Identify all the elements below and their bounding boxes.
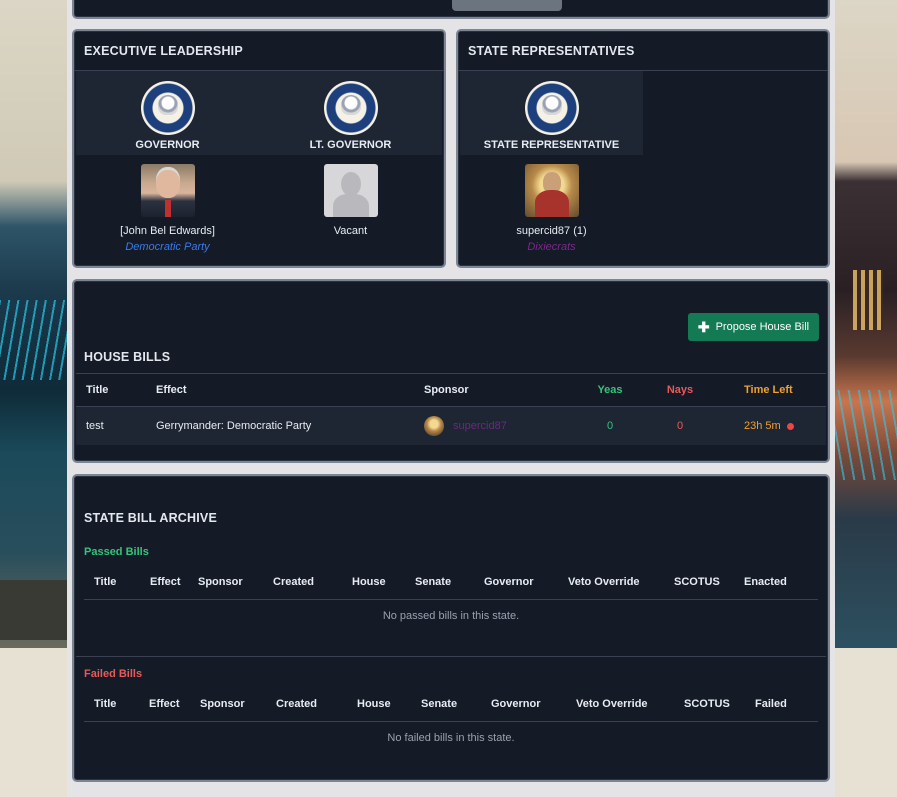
column-header: Enacted	[744, 576, 787, 588]
party-label[interactable]: Dixiecrats	[460, 241, 643, 253]
executive-title: EXECUTIVE LEADERSHIP	[84, 44, 243, 58]
column-header: SCOTUS	[684, 698, 730, 710]
executive-leadership-panel: EXECUTIVE LEADERSHIP GOVERNOR LT. GOVERN…	[72, 29, 446, 268]
louisiana-seal-icon	[524, 81, 579, 135]
person-name[interactable]: supercid87 (1)	[460, 225, 643, 237]
column-header: Sponsor	[200, 698, 245, 710]
lt-governor-holder: Vacant	[259, 155, 442, 265]
louisiana-seal-icon	[323, 81, 378, 135]
column-header: Veto Override	[568, 576, 640, 588]
red-dot-icon	[786, 422, 794, 430]
column-header: Title	[94, 698, 117, 710]
column-header: Title	[94, 576, 117, 588]
representative-holder[interactable]: supercid87 (1) Dixiecrats	[460, 155, 643, 265]
representatives-title: STATE REPRESENTATIVES	[468, 44, 635, 58]
column-header-nays: Nays	[666, 384, 694, 396]
sponsor-avatar[interactable]	[424, 416, 444, 436]
column-header: Created	[273, 576, 314, 588]
failed-bills-label: Failed Bills	[84, 668, 143, 680]
bill-nays: 0	[676, 420, 684, 432]
column-header: Effect	[150, 576, 181, 588]
propose-label: Propose House Bill	[715, 321, 810, 333]
column-header: Veto Override	[576, 698, 648, 710]
seat-lt-governor: LT. GOVERNOR	[259, 71, 442, 155]
time-left-value: 23h 5m	[744, 420, 781, 432]
seat-governor: GOVERNOR	[76, 71, 259, 155]
column-header: Created	[276, 698, 317, 710]
passed-bills-table-header: Title Effect Sponsor Created House Senat…	[84, 565, 818, 600]
vacant-avatar-icon	[323, 164, 378, 217]
failed-bills-empty: No failed bills in this state.	[387, 732, 515, 744]
column-header: House	[357, 698, 391, 710]
house-bills-title: HOUSE BILLS	[84, 350, 171, 364]
column-header-yeas: Yeas	[597, 384, 623, 396]
column-header: SCOTUS	[674, 576, 720, 588]
party-label[interactable]: Democratic Party	[76, 241, 259, 253]
column-header: Effect	[149, 698, 180, 710]
bill-yeas: 0	[606, 420, 614, 432]
passed-bills-label: Passed Bills	[84, 546, 149, 558]
column-header: Senate	[415, 576, 452, 588]
person-name[interactable]: [John Bel Edwards]	[76, 225, 259, 237]
column-header: Governor	[491, 698, 541, 710]
bill-effect: Gerrymander: Democratic Party	[156, 420, 312, 432]
bill-time-left: 23h 5m	[744, 407, 794, 445]
executive-header: EXECUTIVE LEADERSHIP	[74, 31, 444, 71]
plus-icon: ✚	[697, 319, 710, 335]
person-name: Vacant	[333, 225, 368, 237]
representatives-header: STATE REPRESENTATIVES	[458, 31, 828, 71]
column-header-sponsor: Sponsor	[424, 384, 469, 396]
state-bill-archive-panel: STATE BILL ARCHIVE Passed Bills Title Ef…	[72, 474, 830, 782]
louisiana-seal-icon	[140, 81, 195, 135]
propose-house-bill-button[interactable]: ✚ Propose House Bill	[688, 313, 819, 341]
column-header-effect: Effect	[156, 384, 187, 396]
bill-title[interactable]: test	[86, 407, 104, 445]
seat-label: GOVERNOR	[135, 139, 200, 151]
column-header-time-left: Time Left	[744, 384, 793, 396]
background-right	[833, 0, 897, 648]
archive-title: STATE BILL ARCHIVE	[84, 511, 218, 525]
divider	[76, 656, 826, 657]
table-row[interactable]: test Gerrymander: Democratic Party super…	[76, 407, 826, 445]
executive-seat-row: GOVERNOR LT. GOVERNOR	[76, 71, 442, 155]
representatives-seat-row: STATE REPRESENTATIVE	[460, 71, 643, 155]
bill-sponsor[interactable]: supercid87	[424, 407, 507, 445]
failed-bills-table-header: Title Effect Sponsor Created House Senat…	[84, 687, 818, 722]
column-header-title: Title	[86, 384, 109, 396]
seat-label: STATE REPRESENTATIVE	[483, 139, 620, 151]
representatives-person-row: supercid87 (1) Dixiecrats	[460, 155, 826, 265]
top-panel	[72, 0, 830, 19]
top-panel-button[interactable]	[452, 0, 562, 11]
seat-state-representative: STATE REPRESENTATIVE	[460, 71, 643, 155]
sponsor-name[interactable]: supercid87	[453, 420, 507, 432]
column-header: Sponsor	[198, 576, 243, 588]
column-header: Failed	[755, 698, 787, 710]
house-bills-table-header: Title Effect Sponsor Yeas Nays Time Left	[76, 373, 826, 407]
house-bills-panel: ✚ Propose House Bill HOUSE BILLS Title E…	[72, 279, 830, 463]
column-header: House	[352, 576, 386, 588]
governor-holder[interactable]: [John Bel Edwards] Democratic Party	[76, 155, 259, 265]
background-left	[0, 0, 68, 648]
column-header: Senate	[421, 698, 458, 710]
executive-person-row: [John Bel Edwards] Democratic Party Vaca…	[76, 155, 442, 265]
avatar[interactable]	[140, 164, 195, 217]
avatar[interactable]	[524, 164, 579, 217]
seat-label: LT. GOVERNOR	[309, 139, 392, 151]
column-header: Governor	[484, 576, 534, 588]
state-representatives-panel: STATE REPRESENTATIVES STATE REPRESENTATI…	[456, 29, 830, 268]
passed-bills-empty: No passed bills in this state.	[382, 610, 520, 622]
